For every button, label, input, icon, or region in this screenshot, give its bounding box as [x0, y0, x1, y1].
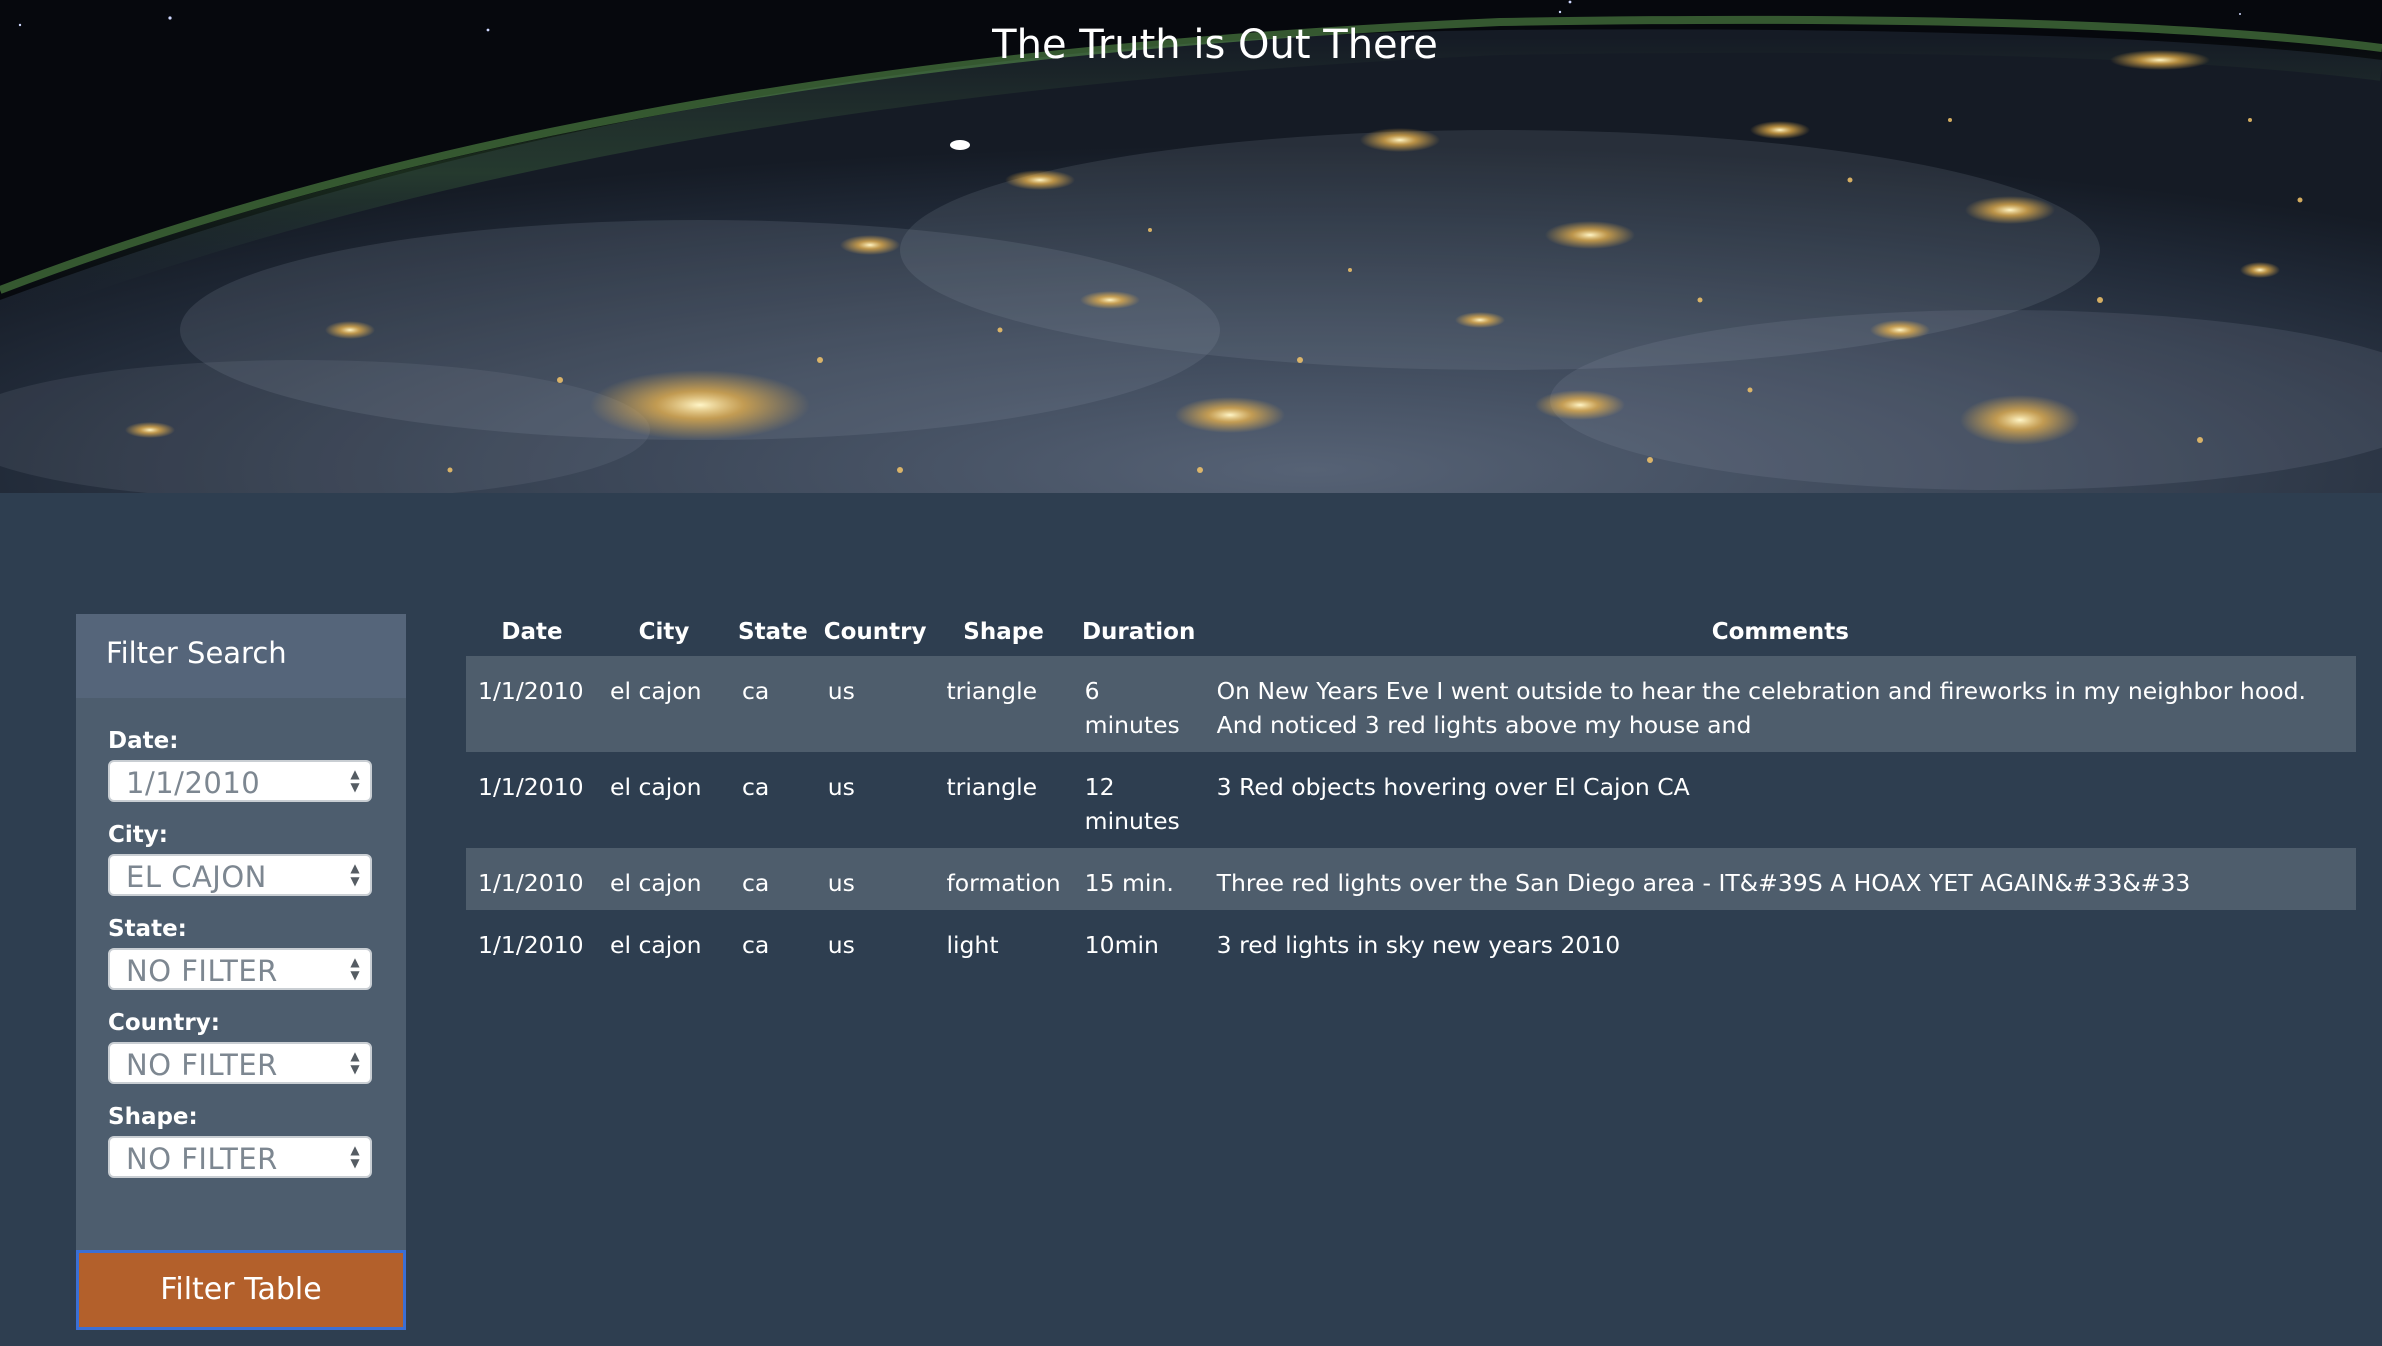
- cell-shape: triangle: [946, 677, 1038, 705]
- results-table: Date City State Country Shape Duration C…: [466, 600, 2356, 972]
- filter-group-city: City: EL CAJON ▲ ▼: [108, 822, 406, 916]
- cell-state: ca: [742, 773, 770, 801]
- table-row: 1/1/2010 el cajon ca us light 10min 3 re…: [466, 910, 2356, 972]
- state-label: State:: [108, 916, 187, 942]
- table-row: 1/1/2010 el cajon ca us triangle 6 minut…: [466, 656, 2356, 752]
- cell-date: 1/1/2010: [478, 677, 584, 705]
- select-arrows-icon: ▲ ▼: [350, 767, 360, 794]
- city-select-value: EL CAJON: [126, 860, 267, 894]
- cell-country: us: [827, 869, 855, 897]
- table-row: 1/1/2010 el cajon ca us formation 15 min…: [466, 848, 2356, 910]
- column-header-shape: Shape: [963, 619, 1044, 645]
- column-header-city: City: [638, 619, 690, 645]
- cell-state: ca: [742, 931, 770, 959]
- cell-shape: formation: [946, 869, 1061, 897]
- table-header: Date City State Country Shape Duration C…: [466, 600, 2356, 656]
- cell-date: 1/1/2010: [478, 931, 584, 959]
- column-header-duration: Duration: [1081, 619, 1196, 645]
- table-body: 1/1/2010 el cajon ca us triangle 6 minut…: [466, 656, 2356, 972]
- cell-shape: light: [946, 931, 999, 959]
- filter-group-country: Country: NO FILTER ▲ ▼: [108, 1010, 406, 1104]
- filter-panel: Filter Search Date: 1/1/2010 ▲ ▼ City: EL…: [76, 614, 406, 1256]
- cell-comments: On New Years Eve I went outside to hear …: [1216, 677, 2306, 739]
- country-select[interactable]: NO FILTER ▲ ▼: [108, 1042, 372, 1084]
- country-label: Country:: [108, 1010, 220, 1036]
- date-select[interactable]: 1/1/2010 ▲ ▼: [108, 760, 372, 802]
- filter-group-shape: Shape: NO FILTER ▲ ▼: [108, 1104, 406, 1198]
- earth-at-night-image: [0, 0, 2382, 493]
- cell-country: us: [827, 931, 855, 959]
- cell-city: el cajon: [610, 869, 702, 897]
- cell-date: 1/1/2010: [478, 869, 584, 897]
- column-header-country: Country: [823, 619, 927, 645]
- table-row: 1/1/2010 el cajon ca us triangle 12 minu…: [466, 752, 2356, 848]
- cell-comments: 3 Red objects hovering over El Cajon CA: [1216, 773, 1690, 801]
- select-arrows-icon: ▲ ▼: [350, 861, 360, 888]
- cell-comments: Three red lights over the San Diego area…: [1216, 869, 2191, 897]
- state-select[interactable]: NO FILTER ▲ ▼: [108, 948, 372, 990]
- country-select-value: NO FILTER: [126, 1048, 278, 1082]
- cell-city: el cajon: [610, 773, 702, 801]
- column-header-date: Date: [501, 619, 563, 645]
- cell-state: ca: [742, 677, 770, 705]
- cell-duration: 10min: [1084, 931, 1159, 959]
- cell-comments: 3 red lights in sky new years 2010: [1216, 931, 1621, 959]
- select-arrows-icon: ▲ ▼: [350, 1143, 360, 1170]
- shape-select-value: NO FILTER: [126, 1142, 278, 1176]
- select-arrows-icon: ▲ ▼: [350, 1049, 360, 1076]
- select-arrows-icon: ▲ ▼: [350, 955, 360, 982]
- shape-label: Shape:: [108, 1104, 198, 1130]
- date-label: Date:: [108, 728, 179, 754]
- cell-date: 1/1/2010: [478, 773, 584, 801]
- city-label: City:: [108, 822, 168, 848]
- shape-select[interactable]: NO FILTER ▲ ▼: [108, 1136, 372, 1178]
- page: The Truth is Out There Filter Search Dat…: [0, 0, 2382, 1346]
- filter-group-state: State: NO FILTER ▲ ▼: [108, 916, 406, 1010]
- cell-city: el cajon: [610, 931, 702, 959]
- state-select-value: NO FILTER: [126, 954, 278, 988]
- filter-table-button[interactable]: Filter Table: [76, 1250, 406, 1330]
- cell-duration: 12 minutes: [1084, 773, 1180, 835]
- column-header-state: State: [738, 619, 808, 645]
- cell-country: us: [827, 677, 855, 705]
- column-header-comments: Comments: [1711, 619, 1849, 645]
- page-title: The Truth is Out There: [992, 22, 1438, 68]
- cell-duration: 15 min.: [1084, 869, 1174, 897]
- filter-group-date: Date: 1/1/2010 ▲ ▼: [108, 728, 406, 822]
- cell-country: us: [827, 773, 855, 801]
- hero-banner: The Truth is Out There: [0, 0, 2382, 493]
- cell-state: ca: [742, 869, 770, 897]
- cell-shape: triangle: [946, 773, 1038, 801]
- cell-city: el cajon: [610, 677, 702, 705]
- filter-heading: Filter Search: [76, 614, 406, 698]
- cell-duration: 6 minutes: [1084, 677, 1180, 739]
- table-header-row: Date City State Country Shape Duration C…: [466, 600, 2356, 656]
- city-select[interactable]: EL CAJON ▲ ▼: [108, 854, 372, 896]
- date-select-value: 1/1/2010: [126, 766, 261, 800]
- filter-fields: Date: 1/1/2010 ▲ ▼ City: EL CAJON ▲ ▼ Stat…: [76, 698, 406, 1198]
